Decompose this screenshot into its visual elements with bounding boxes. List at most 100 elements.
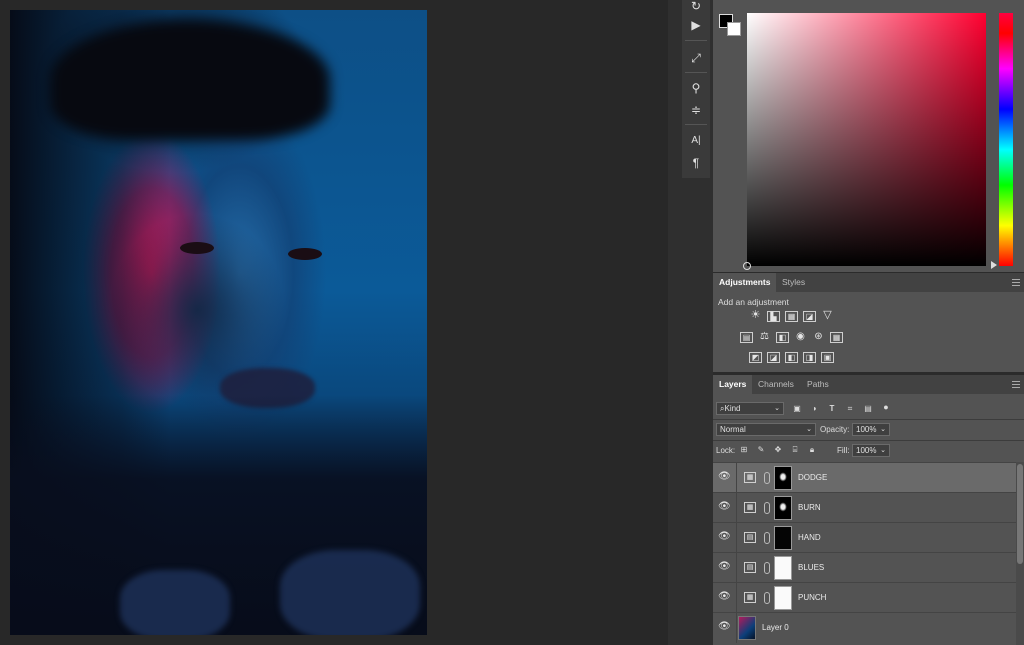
eye-icon[interactable]: 👁︎ (718, 532, 731, 542)
blend-mode-value: Normal (720, 425, 746, 434)
selective-color-icon[interactable]: ▣ (821, 352, 834, 363)
eye-icon[interactable]: 👁︎ (718, 472, 731, 482)
chevron-down-icon: ⌄ (774, 405, 780, 412)
panel-divider (713, 419, 1024, 420)
color-picker-cursor[interactable] (743, 262, 751, 270)
opacity-value: 100% (856, 425, 877, 434)
layer-name[interactable]: BLUES (798, 563, 824, 572)
color-balance-icon[interactable]: ⚖ (758, 332, 771, 343)
link-icon[interactable] (764, 562, 770, 574)
layer-row-layer-0[interactable]: 👁︎ Layer 0 (713, 612, 1016, 643)
filter-type-icon[interactable]: T (827, 404, 837, 414)
strip-separator (685, 124, 707, 125)
filter-shape-icon[interactable]: ⌗ (845, 404, 855, 414)
brightness-contrast-icon[interactable]: ☀ (749, 310, 762, 322)
lock-transparent-icon[interactable]: ⊞ (739, 445, 749, 455)
hue-slider[interactable] (999, 13, 1013, 266)
layer-name[interactable]: BURN (798, 503, 821, 512)
gradient-map-icon[interactable]: ◨ (803, 352, 816, 363)
layer-name[interactable]: HAND (798, 533, 821, 542)
eye-icon[interactable]: 👁︎ (718, 562, 731, 572)
panel-menu-icon[interactable] (1012, 279, 1020, 286)
layer-row-punch[interactable]: 👁︎ ▦ PUNCH (713, 582, 1016, 613)
vibrance-icon[interactable]: ▽ (821, 310, 834, 322)
layer-mask-thumbnail[interactable] (774, 556, 792, 580)
hue-saturation-icon[interactable]: ▤ (740, 332, 753, 343)
properties-icon[interactable]: ≑ (687, 102, 705, 118)
layer-name[interactable]: DODGE (798, 473, 827, 482)
strip-separator (685, 72, 707, 73)
tab-paths[interactable]: Paths (801, 375, 835, 394)
image-left-hand (120, 570, 230, 635)
fill-field[interactable]: 100% ⌄ (852, 444, 890, 457)
scrollbar-thumb[interactable] (1017, 464, 1023, 564)
layer-row-hand[interactable]: 👁︎ ▤ HAND (713, 522, 1016, 553)
document-canvas[interactable] (0, 0, 668, 645)
filter-adjustment-icon[interactable]: ◑ (809, 404, 819, 414)
eye-icon[interactable]: 👁︎ (718, 502, 731, 512)
eye-icon[interactable]: 👁︎ (718, 622, 731, 632)
link-icon[interactable] (764, 502, 770, 514)
exposure-icon[interactable]: ◪ (803, 311, 816, 322)
tab-styles[interactable]: Styles (776, 273, 811, 292)
color-panel (713, 0, 1024, 272)
black-white-icon[interactable]: ◧ (776, 332, 789, 343)
brush-presets-icon[interactable]: ⤢ (687, 50, 705, 66)
filter-smart-object-icon[interactable]: ▤ (863, 404, 873, 414)
filter-toggle-icon[interactable]: ● (881, 402, 891, 412)
lock-artboard-icon[interactable]: ⌸ (790, 445, 800, 455)
hue-slider-arrow[interactable] (991, 261, 997, 269)
clone-source-icon[interactable]: ⚲ (687, 80, 705, 96)
lock-position-icon[interactable]: ✥ (773, 445, 783, 455)
tab-channels[interactable]: Channels (752, 375, 800, 394)
image-right-eye (288, 248, 322, 260)
character-icon[interactable]: A| (687, 133, 705, 149)
layer-mask-thumbnail[interactable] (774, 586, 792, 610)
layer-mask-thumbnail[interactable] (774, 466, 792, 490)
panel-menu-icon[interactable] (1012, 381, 1020, 388)
layer-mask-thumbnail[interactable] (774, 496, 792, 520)
layer-thumbnail[interactable] (738, 616, 756, 640)
filter-pixel-icon[interactable]: ▣ (792, 404, 802, 414)
layer-row-dodge[interactable]: 👁︎ ▦ DODGE (713, 462, 1016, 493)
layer-row-burn[interactable]: 👁︎ ▦ BURN (713, 492, 1016, 523)
link-icon[interactable] (764, 532, 770, 544)
opacity-field[interactable]: 100% ⌄ (852, 423, 890, 436)
link-icon[interactable] (764, 592, 770, 604)
posterize-icon[interactable]: ◪ (767, 352, 780, 363)
tab-layers[interactable]: Layers (713, 375, 753, 394)
layer-mask-thumbnail[interactable] (774, 526, 792, 550)
background-color-swatch[interactable] (727, 22, 741, 36)
fill-label: Fill: (837, 446, 850, 455)
adjustments-title: Add an adjustment (718, 297, 789, 307)
layers-panel: ⌕Kind ⌄ ▣ ◑ T ⌗ ▤ ● Normal ⌄ Opacity: 10… (713, 394, 1024, 645)
layers-scrollbar[interactable] (1016, 462, 1024, 645)
tool-column-background (682, 178, 710, 645)
row-separator (736, 463, 737, 493)
play-icon[interactable]: ▶ (687, 17, 705, 33)
eye-icon[interactable]: 👁︎ (718, 592, 731, 602)
channel-mixer-icon[interactable]: ⊛ (812, 332, 825, 343)
paragraph-icon[interactable]: ¶ (687, 155, 705, 171)
history-brush-icon[interactable]: ↻ (687, 0, 705, 14)
blend-mode-select[interactable]: Normal ⌄ (716, 423, 816, 436)
link-icon[interactable] (764, 472, 770, 484)
photo-filter-icon[interactable]: ◉ (794, 332, 807, 343)
image-hair (50, 20, 330, 140)
lock-all-icon[interactable]: 🔒︎ (807, 445, 817, 455)
layer-name[interactable]: Layer 0 (762, 623, 789, 632)
image-left-eye (180, 242, 214, 254)
invert-icon[interactable]: ◩ (749, 352, 762, 363)
layer-row-blues[interactable]: 👁︎ ▤ BLUES (713, 552, 1016, 583)
threshold-icon[interactable]: ◧ (785, 352, 798, 363)
layer-name[interactable]: PUNCH (798, 593, 826, 602)
lock-image-icon[interactable]: ✎ (756, 445, 766, 455)
color-lookup-icon[interactable]: ▦ (830, 332, 843, 343)
levels-icon[interactable]: ▙ (767, 311, 780, 322)
tab-adjustments[interactable]: Adjustments (713, 273, 777, 292)
channel-mixer-layer-icon: ▤ (744, 562, 756, 573)
curves-icon[interactable]: ▦ (785, 311, 798, 322)
color-saturation-field[interactable] (743, 13, 986, 270)
fill-value: 100% (856, 446, 877, 455)
layer-filter-kind-select[interactable]: ⌕Kind ⌄ (716, 402, 784, 415)
